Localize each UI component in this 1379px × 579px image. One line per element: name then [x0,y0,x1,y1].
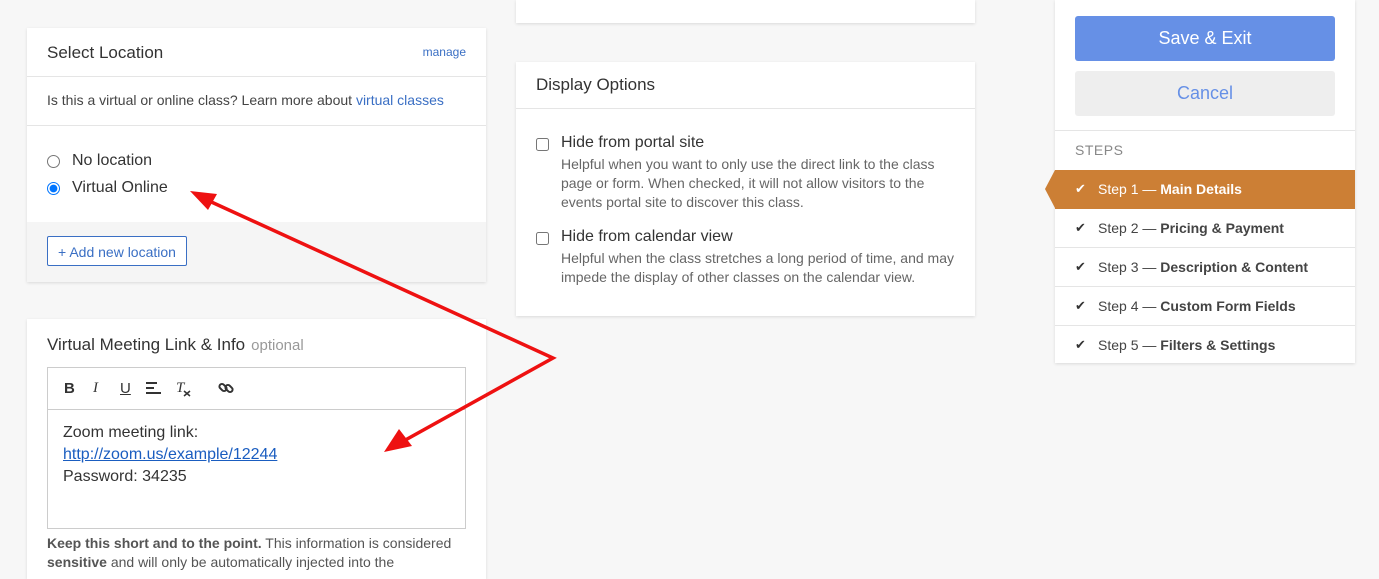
step-3-description-content[interactable]: ✔ Step 3 — Description & Content [1055,248,1355,287]
hide-calendar-desc: Helpful when the class stretches a long … [561,250,954,285]
virtual-prompt: Is this a virtual or online class? Learn… [27,77,486,126]
display-options-card: Display Options Hide from portal site He… [516,62,975,316]
step-4-custom-form-fields[interactable]: ✔ Step 4 — Custom Form Fields [1055,287,1355,326]
virtual-meeting-card: Virtual Meeting Link & Info optional B I … [27,319,486,579]
select-location-header: Select Location manage [27,28,486,77]
note-text-2: and will only be automatically injected … [106,554,395,570]
step-2-pricing-payment[interactable]: ✔ Step 2 — Pricing & Payment [1055,209,1355,248]
check-icon: ✔ [1075,181,1086,196]
optional-label: optional [251,337,304,354]
step-5-name: Filters & Settings [1160,337,1276,353]
steps-heading: STEPS [1075,142,1124,158]
virtual-online-radio[interactable] [47,181,60,195]
add-new-location-button[interactable]: + Add new location [47,236,187,266]
hide-portal-desc: Helpful when you want to only use the di… [561,156,935,210]
note-bold-2: sensitive [47,554,107,570]
zoom-link[interactable]: http://zoom.us/example/12244 [63,446,277,463]
select-location-title: Select Location [47,43,164,62]
step-4-prefix: Step 4 — [1098,298,1161,314]
check-icon: ✔ [1075,220,1086,235]
note-text-1: This information is considered [261,535,452,551]
virtual-online-label: Virtual Online [72,179,168,196]
underline-button[interactable]: U [120,380,131,397]
italic-button[interactable]: I [93,380,98,397]
step-4-name: Custom Form Fields [1160,298,1296,314]
editor-line-1: Zoom meeting link: [63,424,199,441]
step-5-label: Step 5 — Filters & Settings [1098,326,1275,364]
display-options-title: Display Options [536,75,656,94]
check-icon: ✔ [1075,337,1086,352]
bold-button[interactable]: B [64,380,75,397]
note-bold-1: Keep this short and to the point. [47,535,262,551]
editor-content[interactable]: Zoom meeting link: http://zoom.us/exampl… [48,410,465,500]
step-1-name: Main Details [1160,181,1242,197]
manage-link[interactable]: manage [423,45,466,59]
rich-text-editor[interactable]: B I U T Zoom meeting link: http://zoom.u… [47,367,466,529]
svg-text:T: T [176,380,186,396]
no-location-label: No location [72,152,153,169]
no-location-radio[interactable] [47,154,60,168]
hide-portal-checkbox[interactable] [536,138,549,151]
step-4-label: Step 4 — Custom Form Fields [1098,287,1296,325]
cancel-button[interactable]: Cancel [1075,71,1335,116]
hide-portal-label: Hide from portal site [561,134,705,151]
step-2-name: Pricing & Payment [1160,220,1284,236]
virtual-meeting-title-text: Virtual Meeting Link & Info [47,335,246,354]
virtual-prompt-text: Is this a virtual or online class? Learn… [47,92,353,108]
sidebar-divider [1055,130,1355,131]
step-2-prefix: Step 2 — [1098,220,1161,236]
check-icon: ✔ [1075,298,1086,313]
step-5-prefix: Step 5 — [1098,337,1161,353]
select-location-card: Select Location manage Is this a virtual… [27,28,486,282]
virtual-meeting-title: Virtual Meeting Link & Info optional [47,335,304,355]
sensitive-note: Keep this short and to the point. This i… [47,534,467,572]
radio-virtual-online[interactable]: Virtual Online [47,179,168,197]
step-5-filters-settings[interactable]: ✔ Step 5 — Filters & Settings [1055,326,1355,365]
hide-calendar-checkbox[interactable] [536,232,549,245]
step-1-label: Step 1 — Main Details [1098,170,1242,208]
radio-no-location[interactable]: No location [47,152,152,170]
virtual-classes-link[interactable]: virtual classes [356,92,444,108]
link-icon[interactable] [218,380,234,400]
step-1-main-details[interactable]: ✔ Step 1 — Main Details [1045,170,1355,209]
save-exit-button[interactable]: Save & Exit [1075,16,1335,61]
editor-line-3: Password: 34235 [63,468,187,485]
step-1-prefix: Step 1 — [1098,181,1161,197]
step-3-name: Description & Content [1160,259,1309,275]
align-icon[interactable] [146,381,162,399]
clear-format-icon[interactable]: T [176,379,192,401]
editor-toolbar: B I U T [48,368,465,410]
location-footer: + Add new location [27,222,486,282]
step-2-label: Step 2 — Pricing & Payment [1098,209,1284,247]
step-3-prefix: Step 3 — [1098,259,1161,275]
hide-calendar-label: Hide from calendar view [561,228,733,245]
top-card-stub [516,0,975,23]
check-icon: ✔ [1075,259,1086,274]
step-3-label: Step 3 — Description & Content [1098,248,1308,286]
display-options-header: Display Options [516,62,975,109]
